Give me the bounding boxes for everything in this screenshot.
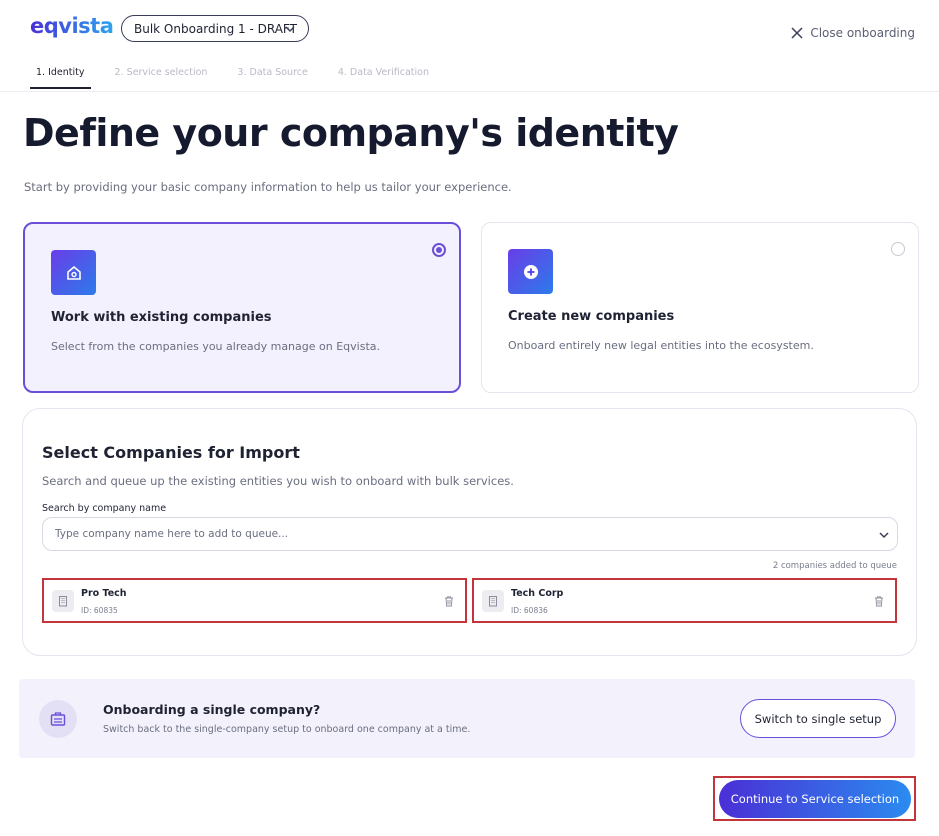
close-onboarding-button[interactable]: Close onboarding xyxy=(790,26,915,40)
close-onboarding-label: Close onboarding xyxy=(810,26,915,40)
radio-new-companies[interactable] xyxy=(891,242,905,256)
top-header: eqvista Bulk Onboarding 1 - DRAFT Close … xyxy=(0,0,939,92)
import-panel: Select Companies for Import Search and q… xyxy=(22,408,917,656)
continue-to-service-selection-button[interactable]: Continue to Service selection xyxy=(719,780,911,818)
trash-icon[interactable] xyxy=(443,595,455,607)
page-title: Define your company's identity xyxy=(23,111,679,155)
option-description: Select from the companies you already ma… xyxy=(51,340,380,353)
plus-circle-icon xyxy=(508,249,553,294)
company-search-input[interactable] xyxy=(42,517,898,551)
queued-company-card: Pro Tech ID: 60835 xyxy=(42,578,467,623)
import-panel-description: Search and queue up the existing entitie… xyxy=(42,474,514,488)
queued-company-name: Tech Corp xyxy=(511,588,564,599)
queued-company-name: Pro Tech xyxy=(81,588,127,599)
step-tabs: 1. Identity 2. Service selection 3. Data… xyxy=(30,67,453,89)
close-icon xyxy=(791,27,803,39)
page-subtitle: Start by providing your basic company in… xyxy=(24,180,512,194)
queued-company-id: ID: 60835 xyxy=(81,606,118,615)
trash-icon[interactable] xyxy=(873,595,885,607)
radio-existing-companies[interactable] xyxy=(432,243,446,257)
tab-identity[interactable]: 1. Identity xyxy=(30,67,91,89)
building-icon xyxy=(51,250,96,295)
single-banner-title: Onboarding a single company? xyxy=(103,702,321,717)
import-panel-title: Select Companies for Import xyxy=(42,443,300,462)
chevron-down-icon[interactable] xyxy=(878,529,890,541)
queue-count: 2 companies added to queue xyxy=(772,561,897,571)
switch-to-single-setup-button[interactable]: Switch to single setup xyxy=(740,699,896,738)
single-company-banner: Onboarding a single company? Switch back… xyxy=(19,679,915,758)
option-description: Onboard entirely new legal entities into… xyxy=(508,339,814,352)
office-building-icon xyxy=(52,590,74,612)
draft-selector[interactable]: Bulk Onboarding 1 - DRAFT xyxy=(121,15,309,42)
chevron-down-icon xyxy=(285,26,295,32)
tab-data-verification[interactable]: 4. Data Verification xyxy=(332,67,435,89)
continue-highlight: Continue to Service selection xyxy=(713,776,916,821)
single-banner-description: Switch back to the single-company setup … xyxy=(103,724,471,735)
option-title: Create new companies xyxy=(508,309,675,324)
tab-service-selection[interactable]: 2. Service selection xyxy=(109,67,214,89)
tab-data-source[interactable]: 3. Data Source xyxy=(231,67,313,89)
queued-company-id: ID: 60836 xyxy=(511,606,548,615)
option-title: Work with existing companies xyxy=(51,310,272,325)
option-existing-companies[interactable]: Work with existing companies Select from… xyxy=(23,222,461,393)
search-label: Search by company name xyxy=(42,503,167,514)
eqvista-logo[interactable]: eqvista xyxy=(30,14,114,38)
draft-selector-label: Bulk Onboarding 1 - DRAFT xyxy=(134,21,297,36)
office-building-icon xyxy=(482,590,504,612)
option-new-companies[interactable]: Create new companies Onboard entirely ne… xyxy=(481,222,919,393)
briefcase-icon xyxy=(39,700,77,738)
queued-company-card: Tech Corp ID: 60836 xyxy=(472,578,897,623)
